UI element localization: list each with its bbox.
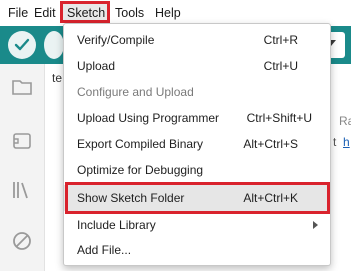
- editor-peek-link[interactable]: h: [343, 135, 350, 149]
- submenu-arrow-icon: [313, 221, 318, 229]
- menu-help[interactable]: Help: [155, 5, 181, 21]
- menu-item-upload-using-programmer[interactable]: Upload Using Programmer Ctrl+Shift+U: [64, 105, 330, 131]
- menu-edit[interactable]: Edit: [34, 5, 56, 21]
- debug-icon[interactable]: [11, 230, 33, 252]
- menu-item-export-compiled-binary[interactable]: Export Compiled Binary Alt+Ctrl+S: [64, 131, 330, 157]
- menu-item-include-library[interactable]: Include Library: [64, 212, 330, 238]
- editor-peek-text: Ra: [339, 114, 351, 128]
- menu-tools[interactable]: Tools: [115, 5, 144, 21]
- left-sidebar: [0, 64, 45, 271]
- menu-item-verify-compile[interactable]: Verify/Compile Ctrl+R: [64, 27, 330, 53]
- menu-sketch[interactable]: Sketch: [67, 5, 105, 21]
- upload-button[interactable]: [44, 31, 64, 59]
- menu-item-add-file[interactable]: Add File...: [64, 237, 330, 263]
- menu-item-upload[interactable]: Upload Ctrl+U: [64, 53, 330, 79]
- verify-button[interactable]: [8, 31, 36, 59]
- library-icon[interactable]: [11, 179, 33, 201]
- menu-item-optimize-for-debugging[interactable]: Optimize for Debugging: [64, 157, 330, 183]
- board-manager-icon[interactable]: [11, 130, 33, 152]
- show-sketch-folder-highlight: [65, 182, 330, 214]
- editor-peek-text-2: t: [333, 135, 337, 149]
- folder-icon[interactable]: [11, 76, 33, 98]
- checkmark-icon: [14, 38, 30, 51]
- sketch-tab-label[interactable]: te: [52, 71, 62, 85]
- menu-item-configure-and-upload: Configure and Upload: [77, 85, 194, 99]
- sketch-dropdown-menu: Verify/Compile Ctrl+R Upload Ctrl+U Conf…: [63, 23, 331, 266]
- menu-file[interactable]: File: [8, 5, 28, 21]
